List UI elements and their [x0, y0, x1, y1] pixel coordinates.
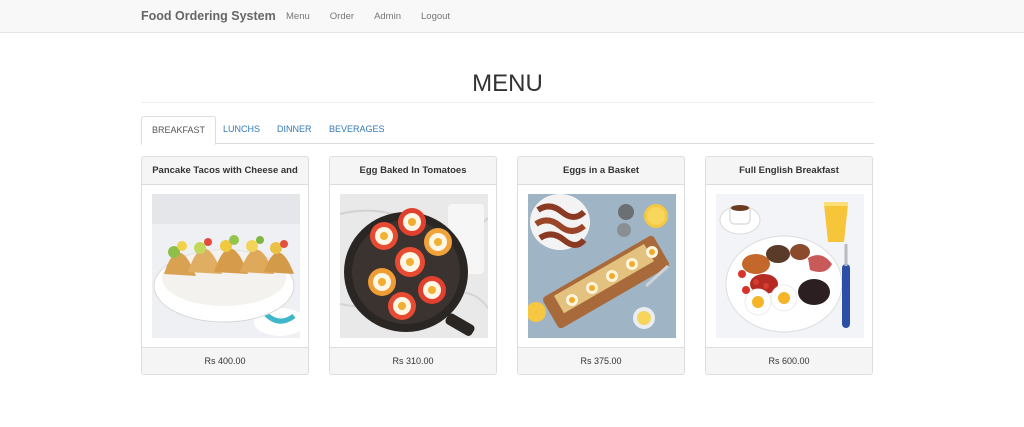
menu-item-card[interactable]: Egg Baked In Tomatoes Rs 310.00	[329, 156, 497, 375]
nav-link-order[interactable]: Order	[330, 11, 354, 22]
menu-item-name: Eggs in a Basket	[518, 157, 684, 185]
menu-item-card[interactable]: Full English Breakfast Rs 600.00	[705, 156, 873, 375]
menu-item-price: Rs 600.00	[706, 347, 872, 374]
tab-beverages[interactable]: BEVERAGES	[319, 116, 395, 144]
menu-item-card[interactable]: Eggs in a Basket Rs 375.00	[517, 156, 685, 375]
nav-link-menu[interactable]: Menu	[286, 11, 310, 22]
menu-item-price: Rs 375.00	[518, 347, 684, 374]
nav-link-admin[interactable]: Admin	[374, 11, 401, 22]
nav-links: Menu Order Admin Logout	[286, 11, 470, 22]
brand-link[interactable]: Food Ordering System	[141, 9, 276, 23]
pancake-tacos-photo	[152, 194, 300, 338]
tab-breakfast[interactable]: BREAKFAST	[141, 116, 217, 145]
title-divider	[141, 102, 874, 103]
menu-item-name: Full English Breakfast	[706, 157, 872, 185]
menu-item-name: Pancake Tacos with Cheese and	[142, 157, 308, 185]
eggs-in-basket-photo	[528, 194, 676, 338]
menu-item-card[interactable]: Pancake Tacos with Cheese and Rs 400.00	[141, 156, 309, 375]
full-english-breakfast-photo	[716, 194, 864, 338]
menu-item-name: Egg Baked In Tomatoes	[330, 157, 496, 185]
tab-lunchs[interactable]: LUNCHS	[213, 116, 270, 144]
menu-item-price: Rs 310.00	[330, 347, 496, 374]
page-title: MENU	[472, 70, 543, 97]
nav-link-logout[interactable]: Logout	[421, 11, 450, 22]
tab-dinner[interactable]: DINNER	[267, 116, 322, 144]
menu-item-price: Rs 400.00	[142, 347, 308, 374]
category-tabs: BREAKFAST LUNCHS DINNER BEVERAGES	[141, 116, 874, 145]
egg-baked-tomatoes-photo	[340, 194, 488, 338]
navbar: Food Ordering System Menu Order Admin Lo…	[0, 0, 1024, 33]
